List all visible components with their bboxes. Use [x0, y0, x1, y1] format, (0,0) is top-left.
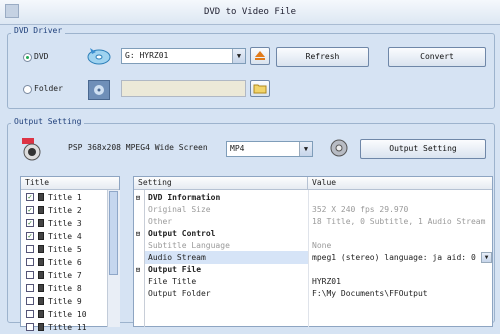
folder-icon [253, 84, 267, 94]
dvd-radio[interactable] [23, 53, 32, 62]
title-label: Title 10 [48, 310, 87, 319]
window-title: DVD to Video File [203, 7, 297, 17]
title-checkbox[interactable]: ✓ [26, 193, 34, 201]
film-file-icon [38, 258, 44, 266]
title-list-item[interactable]: ✓ Title 3 [21, 217, 107, 230]
title-checkbox[interactable]: ✓ [26, 219, 34, 227]
eject-button[interactable] [250, 47, 270, 65]
title-label: Title 1 [48, 193, 82, 202]
title-list-item[interactable]: Title 6 [21, 256, 107, 269]
folder-radio[interactable] [23, 85, 32, 94]
settings-grid: Setting Value ⊟ DVD Information Original… [133, 176, 493, 327]
title-list-item[interactable]: Title 11 [21, 321, 107, 334]
title-label: Title 8 [48, 284, 82, 293]
title-list-item[interactable]: Title 7 [21, 269, 107, 282]
title-list-item[interactable]: ✓ Title 1 [21, 191, 107, 204]
format-select[interactable]: MP4 ▼ [226, 141, 313, 157]
title-list-item[interactable]: Title 9 [21, 295, 107, 308]
chevron-down-icon[interactable]: ▼ [299, 142, 312, 156]
psp-profile-icon [20, 136, 44, 162]
film-file-icon [38, 271, 44, 279]
dvd-radio-label: DVD [34, 52, 49, 61]
title-checkbox[interactable] [26, 310, 34, 318]
title-label: Title 7 [48, 271, 82, 280]
folder-radio-label: Folder [34, 84, 63, 93]
scrollbar-thumb[interactable] [109, 191, 118, 275]
film-file-icon [38, 245, 44, 253]
profile-text: PSP 368x208 MPEG4 Wide Screen [68, 143, 208, 152]
drive-select[interactable]: G: HYRZ01 ▼ [121, 48, 246, 64]
film-file-icon [38, 193, 44, 201]
film-file-icon [38, 297, 44, 305]
drive-select-value: G: HYRZ01 [125, 51, 169, 60]
audio-stream-value: mpeg1 (stereo) language: ja aid: 0 [312, 253, 476, 262]
title-list-item[interactable]: ✓ Title 2 [21, 204, 107, 217]
collapse-icon[interactable]: ⊟ [136, 266, 140, 274]
title-checkbox[interactable] [26, 258, 34, 266]
collapse-icon[interactable]: ⊟ [136, 194, 140, 202]
title-label: Title 5 [48, 245, 82, 254]
folder-path-input[interactable] [121, 80, 246, 97]
browse-folder-button[interactable] [250, 80, 270, 97]
title-checkbox[interactable] [26, 297, 34, 305]
film-file-icon [38, 206, 44, 214]
section-title: Output Control [148, 229, 216, 238]
refresh-button[interactable]: Refresh [276, 47, 369, 67]
section-title: DVD Information [148, 193, 221, 202]
convert-button[interactable]: Convert [388, 47, 486, 67]
film-file-icon [38, 310, 44, 318]
section-title: Output File [148, 265, 202, 274]
chevron-down-icon[interactable]: ▼ [481, 252, 492, 263]
title-list-item[interactable]: ✓ Title 4 [21, 230, 107, 243]
title-checkbox[interactable]: ✓ [26, 232, 34, 240]
title-checkbox[interactable] [26, 271, 34, 279]
title-checkbox[interactable]: ✓ [26, 206, 34, 214]
title-list: ✓ Title 1 ✓ Title 2 ✓ Title 3 ✓ Title 4 Title 5 T… [21, 191, 107, 334]
film-file-icon [38, 232, 44, 240]
title-list-item[interactable]: Title 5 [21, 243, 107, 256]
title-bar: DVD to Video File [0, 0, 500, 25]
col-setting-header: Setting [134, 177, 308, 190]
title-label: Title 9 [48, 297, 82, 306]
title-checkbox[interactable] [26, 284, 34, 292]
film-file-icon [38, 323, 44, 331]
film-file-icon [38, 219, 44, 227]
settings-gear-icon[interactable] [328, 137, 350, 159]
col-value-header: Value [308, 177, 492, 190]
title-label: Title 4 [48, 232, 82, 241]
format-select-value: MP4 [230, 144, 245, 153]
film-file-icon [38, 284, 44, 292]
title-list-panel: Title ✓ Title 1 ✓ Title 2 ✓ Title 3 ✓ Title 4 Ti… [20, 176, 120, 332]
title-checkbox[interactable] [26, 245, 34, 253]
eject-icon [255, 51, 265, 60]
output-folder-value[interactable]: F:\My Documents\FFOutput [312, 287, 428, 300]
output-folder-label: Output Folder [148, 289, 211, 298]
title-label: Title 11 [48, 323, 87, 332]
output-setting-button[interactable]: Output Setting [360, 139, 486, 159]
chevron-down-icon[interactable]: ▼ [232, 49, 245, 63]
title-label: Title 6 [48, 258, 82, 267]
title-list-item[interactable]: Title 10 [21, 308, 107, 321]
title-checkbox[interactable] [26, 323, 34, 331]
collapse-icon[interactable]: ⊟ [136, 230, 140, 238]
title-label: Title 3 [48, 219, 82, 228]
title-list-header: Title [21, 177, 119, 190]
folder-disc-icon [88, 80, 110, 100]
title-list-item[interactable]: Title 8 [21, 282, 107, 295]
title-list-scrollbar[interactable] [107, 190, 120, 327]
output-setting-group-label: Output Setting [11, 117, 85, 126]
title-label: Title 2 [48, 206, 82, 215]
dvd-disc-icon [86, 42, 112, 68]
dvd-driver-group-label: DVD Driver [11, 26, 66, 35]
